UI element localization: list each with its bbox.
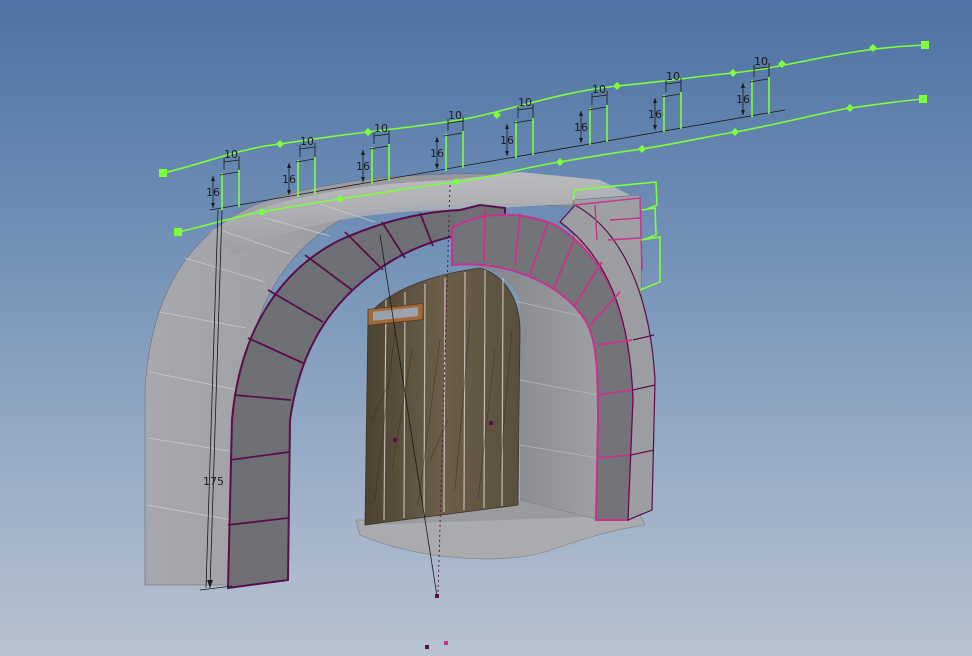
block-height-dimension-value[interactable]: 16 bbox=[574, 121, 588, 134]
dimension-arrow bbox=[361, 150, 365, 155]
dimension-arrow bbox=[579, 138, 583, 143]
block-height-dimension-value[interactable]: 16 bbox=[500, 134, 514, 147]
block-profile[interactable]: 10 16 bbox=[206, 148, 240, 210]
profile-edge[interactable] bbox=[221, 170, 240, 210]
block-height-dimension-value[interactable]: 16 bbox=[736, 93, 750, 106]
block-height-dimension-value[interactable]: 16 bbox=[206, 186, 220, 199]
block-height-dimension-value[interactable]: 16 bbox=[282, 173, 296, 186]
width-dimension-value[interactable]: 10 bbox=[374, 122, 388, 135]
profile-edge[interactable] bbox=[589, 105, 608, 145]
dimension-arrow bbox=[435, 164, 439, 169]
profile-edge[interactable] bbox=[663, 92, 682, 132]
dimension-arrow bbox=[211, 176, 215, 181]
profile-edge[interactable] bbox=[751, 77, 770, 117]
dimension-arrow bbox=[653, 125, 657, 130]
dimension-arrow bbox=[741, 110, 745, 115]
width-dimension-value[interactable]: 10 bbox=[448, 109, 462, 122]
width-dimension-value[interactable]: 10 bbox=[666, 70, 680, 83]
profile-edge[interactable] bbox=[445, 131, 464, 171]
block-profile[interactable]: 10 16 bbox=[648, 70, 682, 132]
dimension-arrow bbox=[741, 83, 745, 88]
width-dimension-value[interactable]: 10 bbox=[224, 148, 238, 161]
cad-3d-viewport[interactable]: 10 16 10 16 10 16 10 16 10 16 10 16 10 16 10 16 175 bbox=[0, 0, 972, 656]
block-height-dimension-value[interactable]: 16 bbox=[430, 147, 444, 160]
scene-canvas[interactable]: 10 16 10 16 10 16 10 16 10 16 10 16 10 16 10 16 175 bbox=[0, 0, 972, 656]
dimension-arrow bbox=[653, 98, 657, 103]
dimension-arrow bbox=[579, 111, 583, 116]
block-profile[interactable]: 10 16 bbox=[430, 109, 464, 171]
height-dimension-value: 175 bbox=[203, 475, 224, 488]
dimension-arrow bbox=[287, 163, 291, 168]
wooden-door[interactable] bbox=[364, 267, 521, 526]
width-dimension-value[interactable]: 10 bbox=[754, 55, 768, 68]
profile-edge[interactable] bbox=[515, 118, 534, 158]
block-height-dimension-value[interactable]: 16 bbox=[356, 160, 370, 173]
block-profile[interactable]: 10 16 bbox=[736, 55, 770, 117]
block-profile[interactable]: 10 16 bbox=[500, 96, 534, 158]
width-dimension-value[interactable]: 10 bbox=[300, 135, 314, 148]
dimension-arrow bbox=[505, 151, 509, 156]
block-height-dimension-value[interactable]: 16 bbox=[648, 108, 662, 121]
upper-spline[interactable] bbox=[162, 44, 926, 174]
spline-endpoint-handle[interactable] bbox=[919, 95, 927, 103]
spline-endpoint-handle[interactable] bbox=[174, 228, 182, 236]
width-dimension-value[interactable]: 10 bbox=[592, 83, 606, 96]
width-dimension-value[interactable]: 10 bbox=[518, 96, 532, 109]
dimension-arrow bbox=[211, 203, 215, 208]
spline-endpoint-handle[interactable] bbox=[159, 169, 167, 177]
block-profile[interactable]: 10 16 bbox=[282, 135, 316, 197]
dimension-arrow bbox=[435, 137, 439, 142]
spline-endpoint-handle[interactable] bbox=[921, 41, 929, 49]
dimension-arrow bbox=[505, 124, 509, 129]
